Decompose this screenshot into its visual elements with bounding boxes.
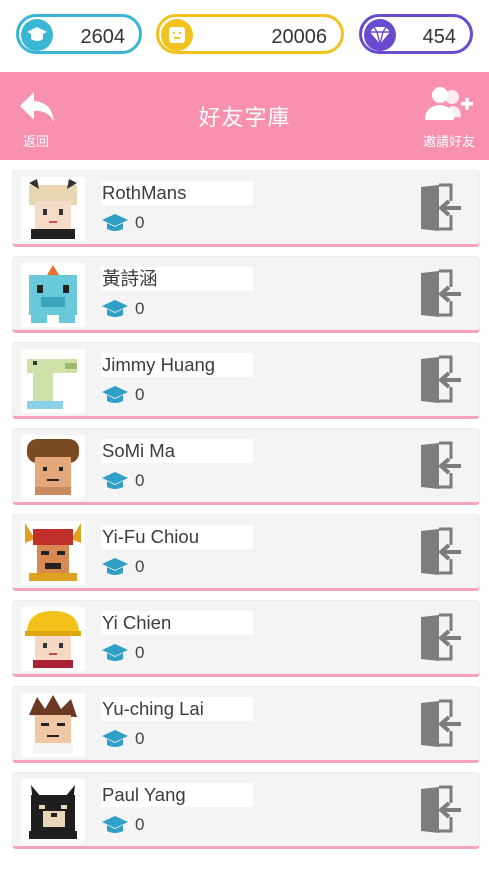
exit-door-icon[interactable] xyxy=(419,613,463,663)
friend-score: 0 xyxy=(101,557,144,577)
exit-door-icon[interactable] xyxy=(419,527,463,577)
graduation-cap-icon xyxy=(21,19,53,51)
graduation-cap-icon xyxy=(102,558,128,575)
graduation-cap-icon xyxy=(102,730,128,747)
friend-card[interactable]: Yu-ching Lai 0 xyxy=(12,686,480,763)
friend-score-value: 0 xyxy=(135,213,145,232)
avatar xyxy=(21,693,85,757)
friend-score: 0 xyxy=(101,471,144,491)
gems-counter[interactable]: 454 xyxy=(359,14,473,54)
friend-score: 0 xyxy=(101,643,144,663)
coins-value: 20006 xyxy=(271,26,327,48)
friend-score-value: 0 xyxy=(135,815,145,834)
diamond-icon xyxy=(364,19,396,51)
friend-score-value: 0 xyxy=(135,299,145,318)
friend-name: 黃詩涵 xyxy=(101,267,253,291)
invite-friends-label: 邀請好友 xyxy=(422,135,475,150)
friend-score-value: 0 xyxy=(135,385,145,404)
friend-card[interactable]: Yi-Fu Chiou 0 xyxy=(12,514,480,591)
exit-door-icon[interactable] xyxy=(419,699,463,749)
graduation-cap-icon xyxy=(102,472,128,489)
friend-score-value: 0 xyxy=(135,557,145,576)
invite-friends-button[interactable]: 邀請好友 xyxy=(417,84,481,150)
scholar-points-counter[interactable]: 2604 xyxy=(16,14,142,54)
friend-score-value: 0 xyxy=(135,729,145,748)
friend-score: 0 xyxy=(101,815,144,835)
friend-name: Yu-ching Lai xyxy=(101,697,253,721)
back-label: 返回 xyxy=(22,135,49,150)
coin-face-icon xyxy=(161,19,193,51)
graduation-cap-icon xyxy=(102,644,128,661)
friend-card[interactable]: Yi Chien 0 xyxy=(12,600,480,677)
friend-score: 0 xyxy=(101,729,144,749)
graduation-cap-icon xyxy=(102,300,128,317)
currency-bar: 2604 20006 454 xyxy=(0,0,489,72)
exit-door-icon[interactable] xyxy=(419,441,463,491)
avatar xyxy=(21,521,85,585)
coins-counter[interactable]: 20006 xyxy=(156,14,344,54)
graduation-cap-icon xyxy=(102,214,128,231)
friend-name: Jimmy Huang xyxy=(101,353,253,377)
graduation-cap-icon xyxy=(102,386,128,403)
friend-card[interactable]: Paul Yang 0 xyxy=(12,772,480,849)
add-friend-icon xyxy=(425,87,473,120)
friend-name: Paul Yang xyxy=(101,783,253,807)
friend-card[interactable]: RothMans 0 xyxy=(12,170,480,247)
avatar xyxy=(21,435,85,499)
friend-score: 0 xyxy=(101,299,144,319)
avatar xyxy=(21,177,85,241)
page-header: 返回 好友字庫 邀請好友 xyxy=(0,72,489,160)
avatar xyxy=(21,263,85,327)
friends-list: RothMans 0 黃詩涵 0 Jimmy Huang 0 SoMi Ma 0… xyxy=(0,170,489,858)
friend-score: 0 xyxy=(101,213,144,233)
avatar xyxy=(21,349,85,413)
exit-door-icon[interactable] xyxy=(419,355,463,405)
friend-score-value: 0 xyxy=(135,643,145,662)
gems-value: 454 xyxy=(422,26,456,48)
friend-card[interactable]: SoMi Ma 0 xyxy=(12,428,480,505)
friend-card[interactable]: 黃詩涵 0 xyxy=(12,256,480,333)
page-title: 好友字庫 xyxy=(198,106,291,131)
friend-score: 0 xyxy=(101,385,144,405)
friend-score-value: 0 xyxy=(135,471,145,490)
avatar xyxy=(21,779,85,843)
avatar xyxy=(21,607,85,671)
friend-name: Yi Chien xyxy=(101,611,253,635)
scholar-points-value: 2604 xyxy=(80,26,126,48)
friend-card[interactable]: Jimmy Huang 0 xyxy=(12,342,480,419)
friend-name: Yi-Fu Chiou xyxy=(101,525,253,549)
exit-door-icon[interactable] xyxy=(419,785,463,835)
exit-door-icon[interactable] xyxy=(419,183,463,233)
graduation-cap-icon xyxy=(102,816,128,833)
exit-door-icon[interactable] xyxy=(419,269,463,319)
friend-name: SoMi Ma xyxy=(101,439,253,463)
friend-name: RothMans xyxy=(101,181,253,205)
